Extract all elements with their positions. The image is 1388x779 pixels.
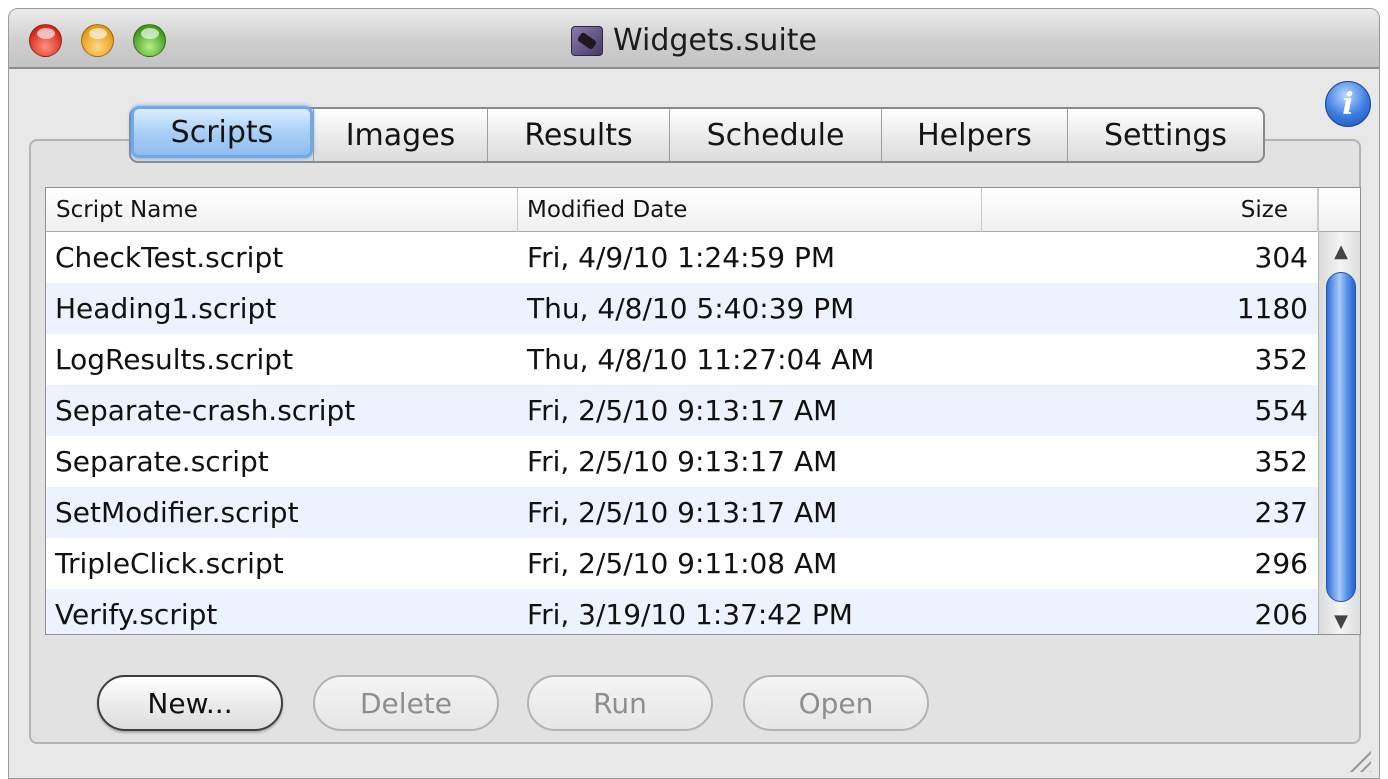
table-row[interactable]: CheckTest.script Fri, 4/9/10 1:24:59 PM … — [46, 232, 1318, 283]
new-script-button[interactable]: New... — [97, 675, 283, 731]
size-cell: 352 — [1254, 445, 1308, 478]
modified-date-cell: Fri, 2/5/10 9:13:17 AM — [527, 496, 838, 529]
column-header-script-name[interactable]: Script Name — [46, 188, 518, 232]
window-title-group: Widgets.suite — [9, 23, 1379, 58]
table-row[interactable]: LogResults.script Thu, 4/8/10 11:27:04 A… — [46, 334, 1318, 385]
tab-settings[interactable]: Settings — [1067, 109, 1263, 161]
table-row[interactable]: Heading1.script Thu, 4/8/10 5:40:39 PM 1… — [46, 283, 1318, 334]
table-row[interactable]: Verify.script Fri, 3/19/10 1:37:42 PM 20… — [46, 589, 1318, 634]
vertical-scrollbar[interactable]: ▲ ▼ — [1318, 232, 1360, 634]
scripts-table: Script Name Modified Date Size CheckTest… — [45, 187, 1361, 635]
script-name-cell: TripleClick.script — [55, 547, 284, 580]
script-name-cell: Heading1.script — [55, 292, 277, 325]
info-button[interactable]: i — [1325, 81, 1371, 127]
size-cell: 352 — [1254, 343, 1308, 376]
table-row[interactable]: Separate.script Fri, 2/5/10 9:13:17 AM 3… — [46, 436, 1318, 487]
table-header: Script Name Modified Date Size — [46, 188, 1360, 232]
tab-scripts[interactable]: Scripts — [131, 106, 313, 158]
size-cell: 237 — [1254, 496, 1308, 529]
title-bar[interactable]: Widgets.suite — [9, 9, 1379, 69]
suite-window: Widgets.suite i Scripts Images Results S… — [8, 8, 1380, 779]
run-script-button[interactable]: Run — [527, 675, 713, 731]
script-name-cell: Separate.script — [55, 445, 269, 478]
table-row[interactable]: Separate-crash.script Fri, 2/5/10 9:13:1… — [46, 385, 1318, 436]
modified-date-cell: Fri, 4/9/10 1:24:59 PM — [527, 241, 836, 274]
open-script-button[interactable]: Open — [743, 675, 929, 731]
script-name-cell: Separate-crash.script — [55, 394, 356, 427]
modified-date-cell: Thu, 4/8/10 5:40:39 PM — [527, 292, 855, 325]
header-corner — [1318, 188, 1360, 232]
tab-helpers[interactable]: Helpers — [881, 109, 1067, 161]
modified-date-cell: Thu, 4/8/10 11:27:04 AM — [527, 343, 875, 376]
tab-results[interactable]: Results — [487, 109, 669, 161]
modified-date-cell: Fri, 3/19/10 1:37:42 PM — [527, 598, 853, 631]
table-body: CheckTest.script Fri, 4/9/10 1:24:59 PM … — [46, 232, 1318, 634]
column-header-modified-date[interactable]: Modified Date — [518, 188, 982, 232]
script-name-cell: Verify.script — [55, 598, 218, 631]
scroll-up-arrow-icon[interactable]: ▲ — [1319, 236, 1360, 266]
script-name-cell: SetModifier.script — [55, 496, 299, 529]
script-name-cell: LogResults.script — [55, 343, 294, 376]
delete-script-button[interactable]: Delete — [313, 675, 499, 731]
resize-grip-icon[interactable] — [1347, 748, 1371, 772]
modified-date-cell: Fri, 2/5/10 9:11:08 AM — [527, 547, 838, 580]
tab-bar: Scripts Images Results Schedule Helpers … — [129, 106, 1265, 163]
info-icon: i — [1342, 86, 1354, 122]
modified-date-cell: Fri, 2/5/10 9:13:17 AM — [527, 394, 838, 427]
table-row[interactable]: SetModifier.script Fri, 2/5/10 9:13:17 A… — [46, 487, 1318, 538]
tab-images[interactable]: Images — [313, 109, 487, 161]
modified-date-cell: Fri, 2/5/10 9:13:17 AM — [527, 445, 838, 478]
tab-schedule[interactable]: Schedule — [669, 109, 881, 161]
column-header-size[interactable]: Size — [982, 188, 1318, 232]
scroll-down-arrow-icon[interactable]: ▼ — [1319, 606, 1360, 634]
size-cell: 304 — [1254, 241, 1308, 274]
script-name-cell: CheckTest.script — [55, 241, 284, 274]
window-title: Widgets.suite — [612, 23, 817, 58]
size-cell: 206 — [1254, 598, 1308, 631]
size-cell: 554 — [1254, 394, 1308, 427]
suite-document-icon — [570, 25, 603, 56]
size-cell: 296 — [1254, 547, 1308, 580]
table-row[interactable]: TripleClick.script Fri, 2/5/10 9:11:08 A… — [46, 538, 1318, 589]
size-cell: 1180 — [1236, 292, 1308, 325]
scrollbar-thumb[interactable] — [1326, 272, 1356, 602]
